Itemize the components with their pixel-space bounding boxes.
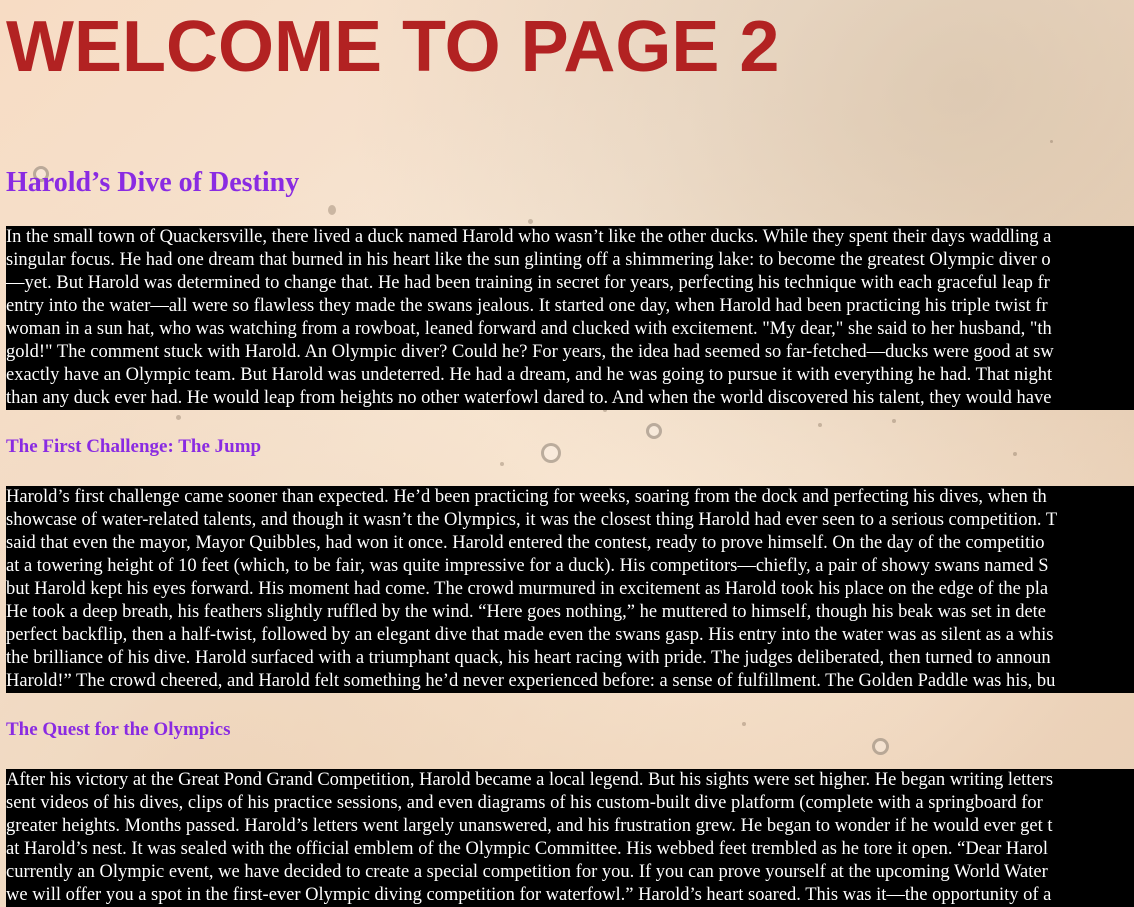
text-line: said that even the mayor, Mayor Quibbles… (6, 533, 1045, 553)
speck-decoration (892, 419, 896, 423)
olympics-quest-paragraph: After his victory at the Great Pond Gran… (6, 769, 1134, 907)
text-line: currently an Olympic event, we have deci… (6, 862, 1048, 882)
speck-decoration (818, 423, 822, 427)
text-line: In the small town of Quackersville, ther… (6, 227, 1052, 247)
speck-decoration (742, 722, 746, 726)
text-line: but Harold kept his eyes forward. His mo… (6, 579, 1049, 599)
speck-decoration (1050, 140, 1053, 143)
page: WELCOME TO PAGE 2 Harold’s Dive of Desti… (0, 0, 1134, 907)
section-heading-first-challenge: The First Challenge: The Jump (6, 436, 262, 457)
text-line: singular focus. He had one dream that bu… (6, 250, 1051, 270)
text-line: we will offer you a spot in the first-ev… (6, 885, 1052, 905)
text-line: gold!" The comment stuck with Harold. An… (6, 342, 1054, 362)
text-line: woman in a sun hat, who was watching fro… (6, 319, 1052, 339)
story-title: Harold’s Dive of Destiny (6, 167, 300, 198)
speck-decoration (1013, 452, 1017, 456)
page-title: WELCOME TO PAGE 2 (6, 7, 780, 87)
text-line: —yet. But Harold was determined to chang… (6, 273, 1050, 293)
bubble-decoration (646, 423, 662, 439)
speck-decoration (328, 205, 336, 215)
text-line: exactly have an Olympic team. But Harold… (6, 365, 1053, 385)
text-line: showcase of water-related talents, and t… (6, 510, 1058, 530)
speck-decoration (176, 415, 181, 420)
intro-paragraph: In the small town of Quackersville, ther… (6, 226, 1134, 410)
text-line: perfect backflip, then a half-twist, fol… (6, 625, 1054, 645)
bubble-decoration (872, 738, 889, 755)
text-line: Harold!” The crowd cheered, and Harold f… (6, 671, 1056, 691)
text-line: at a towering height of 10 feet (which, … (6, 556, 1049, 576)
text-line: He took a deep breath, his feathers slig… (6, 602, 1047, 622)
text-line: Harold’s first challenge came sooner tha… (6, 487, 1047, 507)
text-line: After his victory at the Great Pond Gran… (6, 770, 1054, 790)
text-line: greater heights. Months passed. Harold’s… (6, 816, 1053, 836)
text-line: entry into the water—all were so flawles… (6, 296, 1048, 316)
speck-decoration (500, 462, 504, 466)
speck-decoration (528, 219, 533, 224)
section-heading-olympics-quest: The Quest for the Olympics (6, 719, 231, 740)
text-line: at Harold’s nest. It was sealed with the… (6, 839, 1049, 859)
bubble-decoration (541, 443, 561, 463)
first-challenge-paragraph: Harold’s first challenge came sooner tha… (6, 486, 1134, 693)
text-line: the brilliance of his dive. Harold surfa… (6, 648, 1051, 668)
text-line: sent videos of his dives, clips of his p… (6, 793, 1043, 813)
text-line: than any duck ever had. He would leap fr… (6, 388, 1052, 408)
